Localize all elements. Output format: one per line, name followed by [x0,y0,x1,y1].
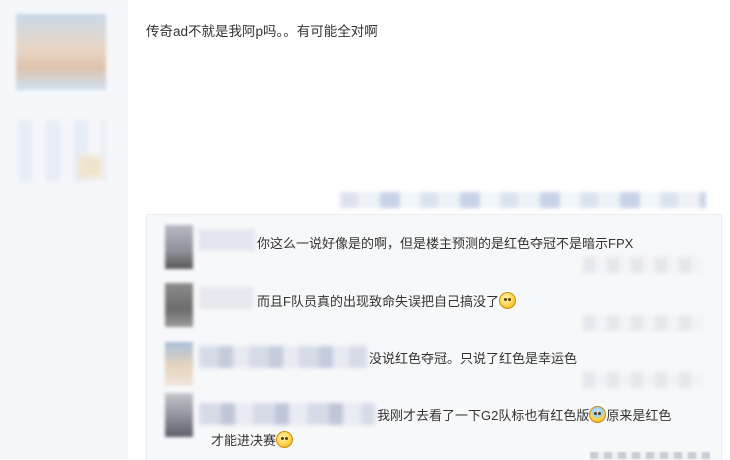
reply-text: 你这么一说好像是的啊，但是楼主预测的是红色夺冠不是暗示FPX [257,236,634,251]
reply-username-blurred[interactable] [199,403,375,425]
reply-meta-blurred [583,257,703,273]
reply-avatar[interactable] [165,283,193,327]
reply-panel: 你这么一说好像是的啊，但是楼主预测的是红色夺冠不是暗示FPX 而且F队员真的出现… [146,214,722,460]
laugh-emoji-icon [276,431,294,448]
reply-text-part3: 才能进决赛 [211,433,277,448]
reply-meta-blurred [583,315,703,331]
reply-username-blurred[interactable] [199,346,367,368]
author-column [0,0,128,459]
reply-text-content: 而且F队员真的出现致命失误把自己搞没了 [257,294,499,309]
reply-avatar[interactable] [165,225,193,269]
reply-username-blurred[interactable] [199,229,255,251]
reply-text-line2: 才能进决赛 [211,430,294,449]
avatar[interactable] [16,14,106,90]
angry-emoji-icon [498,292,516,309]
reply-text: 而且F队员真的出现致命失误把自己搞没了 [257,291,516,310]
reply-text: 没说红色夺冠。只说了红色是幸运色 [369,351,578,366]
post-content: 传奇ad不就是我阿p吗。。有可能全对啊 [146,24,378,39]
reply-username-blurred[interactable] [199,287,253,309]
reply-text-part1: 我刚才去看了一下G2队标也有红色版 [377,408,590,423]
reply-meta-blurred [583,372,703,388]
post-meta-blurred [340,192,706,208]
reply-avatar[interactable] [165,393,193,437]
reply-meta-blurred [590,452,710,459]
author-info-blurred [18,120,106,182]
reply-text: 我刚才去看了一下G2队标也有红色版 原来是红色 [377,405,671,424]
reply-text-part2: 原来是红色 [606,408,672,423]
reply-avatar[interactable] [165,342,193,386]
fear-emoji-icon [589,406,607,423]
